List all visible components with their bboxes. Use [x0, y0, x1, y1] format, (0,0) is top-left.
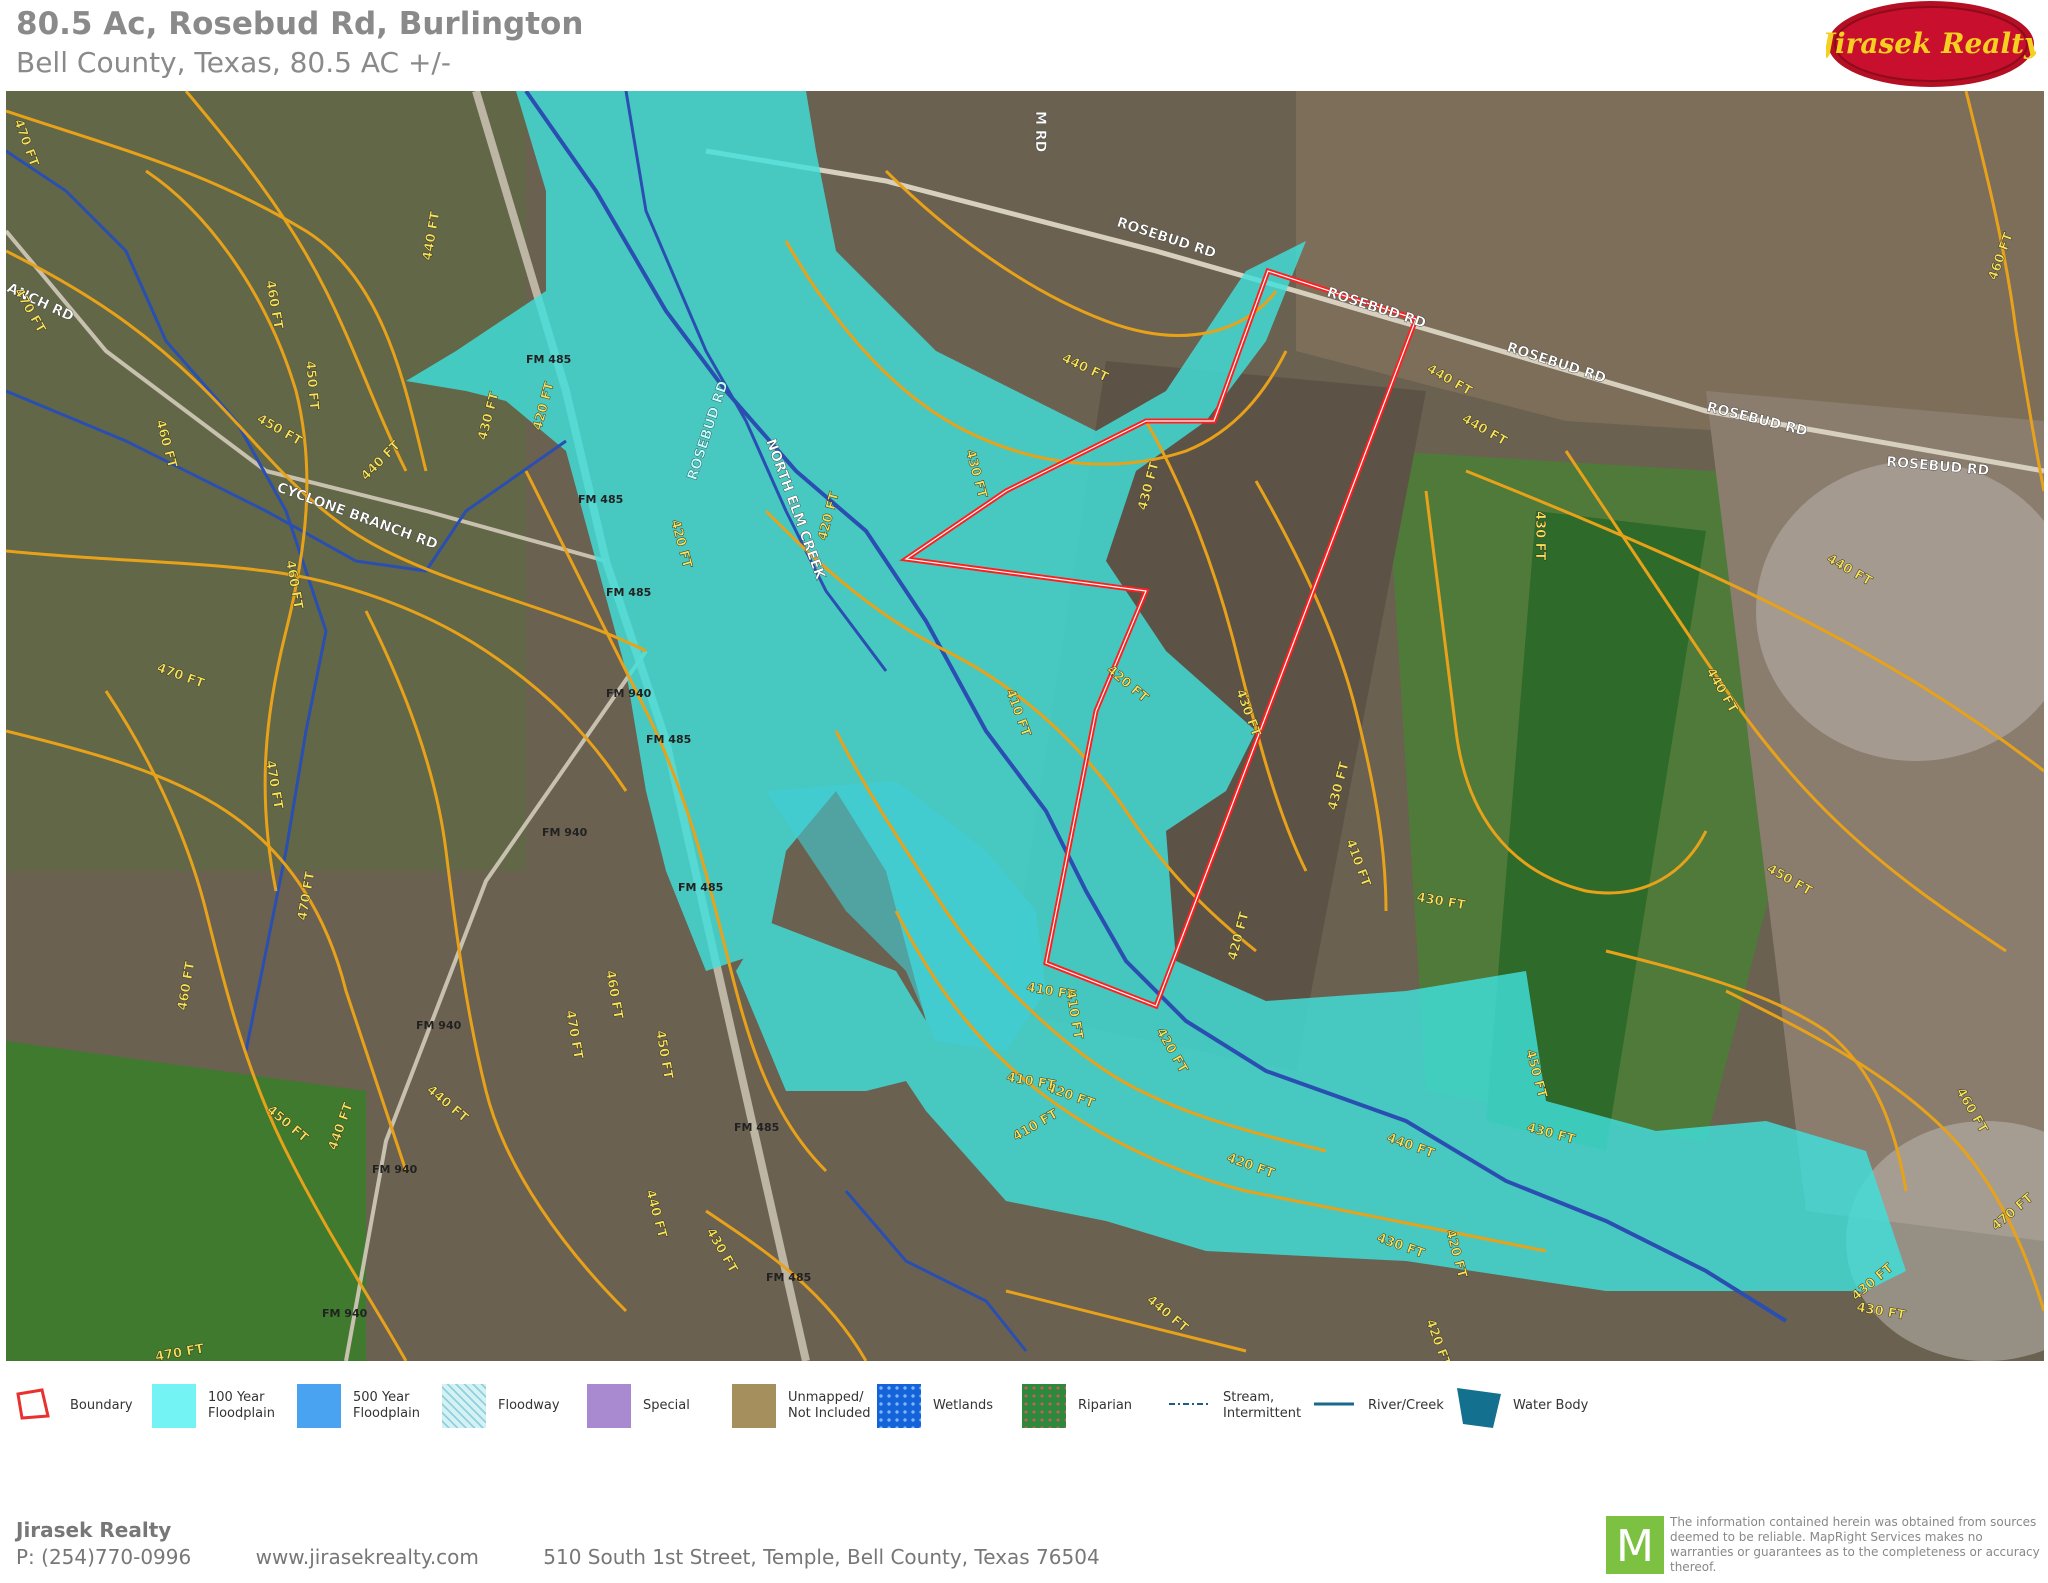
footer-phone: P: (254)770-0996	[16, 1545, 192, 1569]
legend-label: Water Body	[1513, 1398, 1589, 1413]
jirasek-realty-logo: Jirasek Realty	[1826, 1, 2036, 87]
footer-address: 510 South 1st Street, Temple, Bell Count…	[543, 1545, 1100, 1569]
floodplain-100-icon	[152, 1384, 196, 1428]
boundary-icon	[16, 1388, 50, 1420]
footer-contact: P: (254)770-0996 www.jirasekrealty.com 5…	[16, 1545, 1158, 1569]
wetlands-icon	[877, 1384, 921, 1428]
legend-label: 500 Year Floodplain	[353, 1390, 420, 1421]
footer-company: Jirasek Realty	[16, 1518, 172, 1542]
legend-label: Unmapped/ Not Included	[788, 1390, 871, 1421]
highway-label: FM 940	[322, 1307, 368, 1320]
legend-label: 100 Year Floodplain	[208, 1390, 275, 1421]
highway-label: FM 485	[526, 353, 571, 366]
highway-label: FM 485	[646, 733, 691, 746]
map-view[interactable]: ROSEBUD RD ROSEBUD RD ROSEBUD RD ROSEBUD…	[6, 91, 2044, 1361]
map-canvas: ROSEBUD RD ROSEBUD RD ROSEBUD RD ROSEBUD…	[6, 91, 2044, 1361]
legend-item-waterbody: Water Body	[1457, 1384, 1588, 1428]
legend-label: Stream, Intermittent	[1223, 1390, 1302, 1421]
road-label: M RD	[1032, 111, 1048, 152]
highway-label: FM 940	[542, 826, 588, 839]
legend-label: Floodway	[498, 1398, 560, 1413]
logo-text: Jirasek Realty	[1826, 27, 2036, 60]
highway-label: FM 940	[416, 1019, 462, 1032]
legend-item-100yr: 100 Year Floodplain	[152, 1384, 275, 1428]
riparian-icon	[1022, 1384, 1066, 1428]
legend-label: Special	[643, 1398, 690, 1413]
water-body-icon	[1457, 1388, 1501, 1428]
highway-label: FM 485	[606, 586, 651, 599]
unmapped-icon	[732, 1384, 776, 1428]
legend-item-river: River/Creek	[1312, 1384, 1444, 1428]
legend-item-riparian: Riparian	[1022, 1384, 1132, 1428]
legend-item-wetlands: Wetlands	[877, 1384, 993, 1428]
highway-label: FM 485	[578, 493, 623, 506]
legend-item-500yr: 500 Year Floodplain	[297, 1384, 420, 1428]
map-subtitle: Bell County, Texas, 80.5 AC +/-	[16, 46, 451, 79]
footer-website[interactable]: www.jirasekrealty.com	[256, 1545, 479, 1569]
contour-label: 430 FT	[1532, 511, 1547, 561]
floodplain-500-icon	[297, 1384, 341, 1428]
map-title: 80.5 Ac, Rosebud Rd, Burlington	[16, 6, 584, 42]
legend-item-floodway: Floodway	[442, 1384, 560, 1428]
highway-label: FM 485	[766, 1271, 811, 1284]
legend-label: Boundary	[70, 1398, 133, 1413]
legend: Boundary 100 Year Floodplain 500 Year Fl…	[0, 1376, 2048, 1436]
river-creek-icon	[1314, 1402, 1354, 1406]
special-icon	[587, 1384, 631, 1428]
mapright-logo: M	[1606, 1516, 1664, 1574]
mapright-logo-letter: M	[1616, 1521, 1654, 1572]
disclaimer-text: The information contained herein was obt…	[1670, 1515, 2040, 1574]
legend-item-unmapped: Unmapped/ Not Included	[732, 1384, 870, 1428]
legend-item-boundary: Boundary	[14, 1384, 133, 1428]
highway-label: FM 940	[372, 1163, 418, 1176]
stream-intermittent-icon	[1169, 1403, 1209, 1405]
highway-label: FM 940	[606, 687, 652, 700]
highway-label: FM 485	[734, 1121, 779, 1134]
legend-label: Wetlands	[933, 1398, 994, 1413]
legend-label: Riparian	[1078, 1398, 1133, 1413]
legend-item-special: Special	[587, 1384, 690, 1428]
floodway-icon	[442, 1384, 486, 1428]
legend-label: River/Creek	[1368, 1398, 1444, 1413]
highway-label: FM 485	[678, 881, 723, 894]
legend-item-stream: Stream, Intermittent	[1167, 1384, 1301, 1428]
